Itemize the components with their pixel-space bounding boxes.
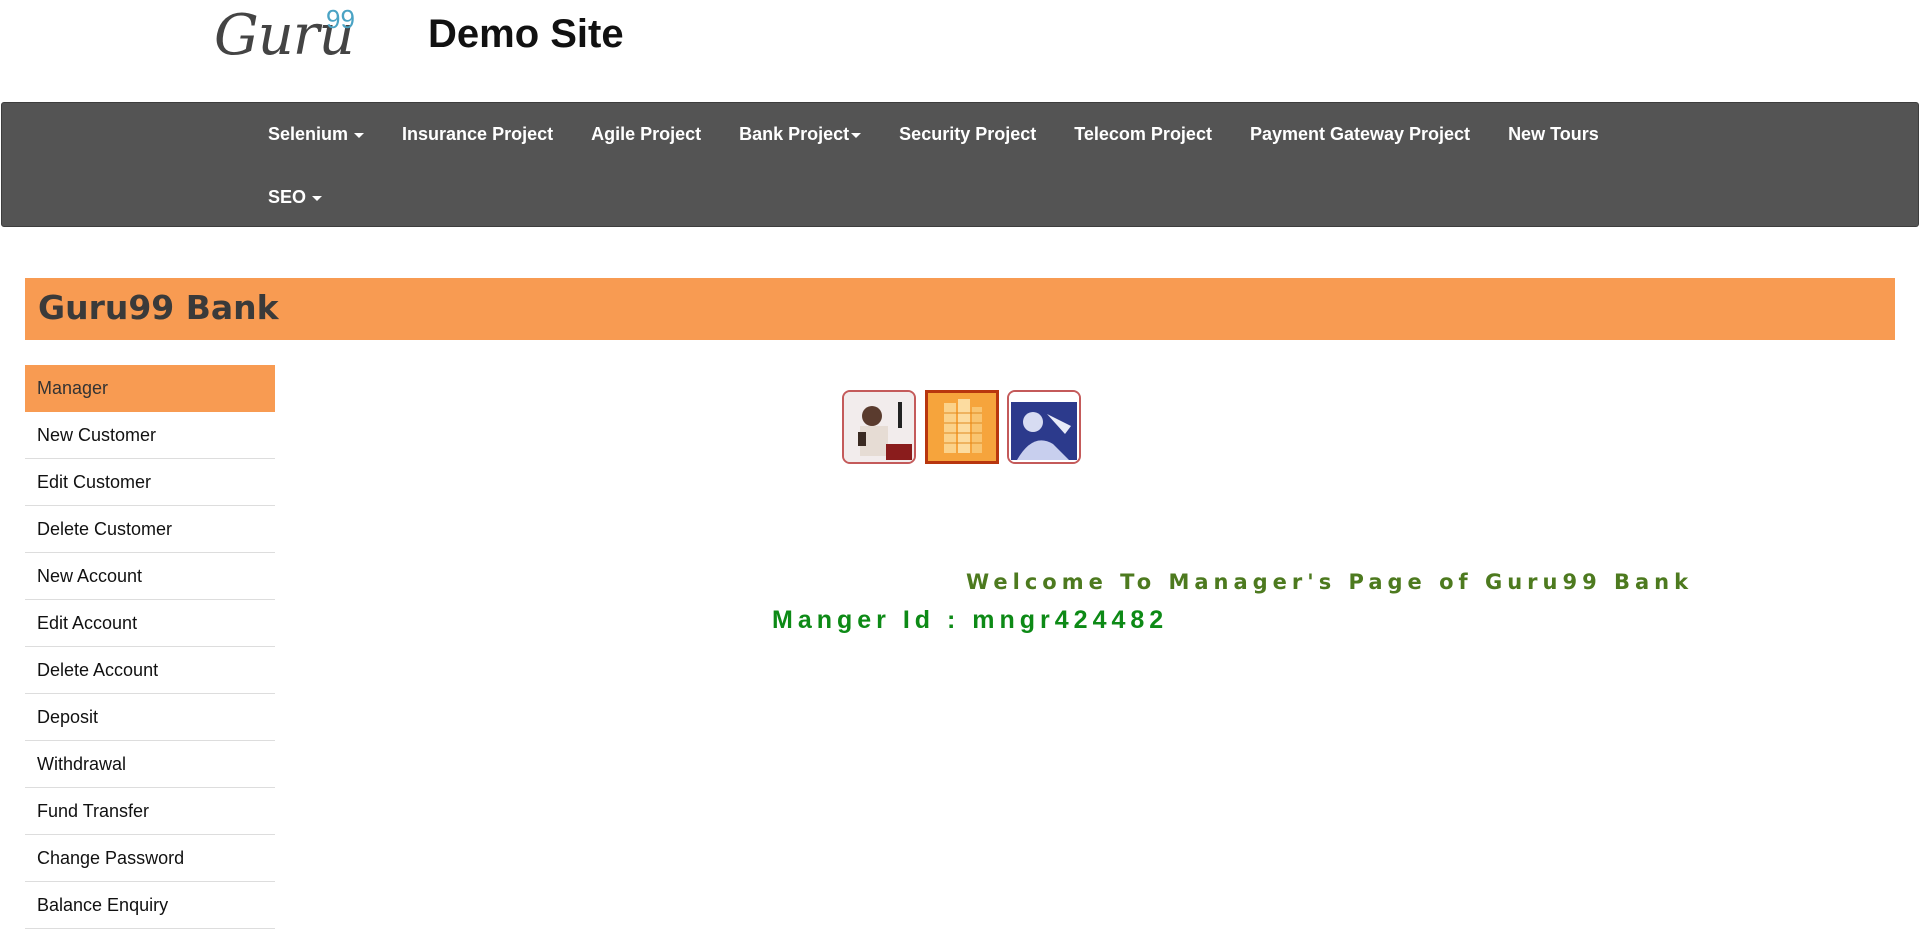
nav-label: Selenium — [268, 124, 349, 144]
banking-photo-strip — [842, 388, 1082, 466]
menu-item-manager[interactable]: Manager — [25, 365, 275, 412]
caret-down-icon — [312, 196, 323, 201]
nav-label: Insurance Project — [402, 124, 554, 144]
site-title: Demo Site — [428, 12, 624, 56]
menu-item-balance-enquiry[interactable]: Balance Enquiry — [25, 882, 275, 929]
nav-label: Telecom Project — [1074, 124, 1212, 144]
nav-payment-gateway-project[interactable]: Payment Gateway Project — [1231, 103, 1489, 166]
menu-item-edit-account[interactable]: Edit Account — [25, 600, 275, 647]
manager-id-label: Manger Id : mngr424482 — [772, 606, 1169, 634]
nav-new-tours[interactable]: New Tours — [1489, 103, 1618, 166]
site-header: Guru 99 Demo Site — [0, 0, 1920, 102]
menu-item-delete-customer[interactable]: Delete Customer — [25, 506, 275, 553]
nav-bank-project[interactable]: Bank Project — [720, 103, 880, 166]
menu-item-fund-transfer[interactable]: Fund Transfer — [25, 788, 275, 835]
menu-item-edit-customer[interactable]: Edit Customer — [25, 459, 275, 506]
menu-item-withdrawal[interactable]: Withdrawal — [25, 741, 275, 788]
menu-item-change-password[interactable]: Change Password — [25, 835, 275, 882]
menu-item-new-customer[interactable]: New Customer — [25, 412, 275, 459]
logo-superscript: 99 — [326, 4, 355, 34]
nav-telecom-project[interactable]: Telecom Project — [1055, 103, 1231, 166]
nav-label: Agile Project — [591, 124, 702, 144]
nav-security-project[interactable]: Security Project — [880, 103, 1055, 166]
nav-agile-project[interactable]: Agile Project — [572, 103, 720, 166]
caret-down-icon — [851, 133, 862, 138]
caret-down-icon — [354, 133, 365, 138]
nav-selenium[interactable]: Selenium — [249, 103, 383, 166]
menu-item-deposit[interactable]: Deposit — [25, 694, 275, 741]
nav-label: New Tours — [1508, 124, 1599, 144]
navbar-row-1: Selenium Insurance Project Agile Project… — [249, 103, 1618, 166]
woman-photo — [1007, 390, 1081, 464]
manager-sidebar-menu: Manager New Customer Edit Customer Delet… — [25, 365, 275, 929]
nav-label: Bank Project — [739, 124, 850, 144]
menu-item-new-account[interactable]: New Account — [25, 553, 275, 600]
bank-title: Guru99 Bank — [38, 288, 279, 327]
nav-label: Payment Gateway Project — [1249, 124, 1471, 144]
main-navbar: Selenium Insurance Project Agile Project… — [1, 102, 1919, 227]
menu-item-delete-account[interactable]: Delete Account — [25, 647, 275, 694]
coins-stack-photo — [925, 390, 999, 464]
bank-banner: Guru99 Bank — [25, 278, 1895, 340]
welcome-message: Welcome To Manager's Page of Guru99 Bank — [966, 570, 1694, 594]
navbar-row-2: SEO — [249, 166, 341, 229]
nav-insurance-project[interactable]: Insurance Project — [383, 103, 572, 166]
nav-label: Security Project — [899, 124, 1037, 144]
nav-seo[interactable]: SEO — [249, 166, 341, 229]
guru99-logo[interactable]: Guru 99 — [214, 4, 364, 74]
nav-label: SEO — [268, 187, 307, 207]
businessman-photo — [842, 390, 916, 464]
